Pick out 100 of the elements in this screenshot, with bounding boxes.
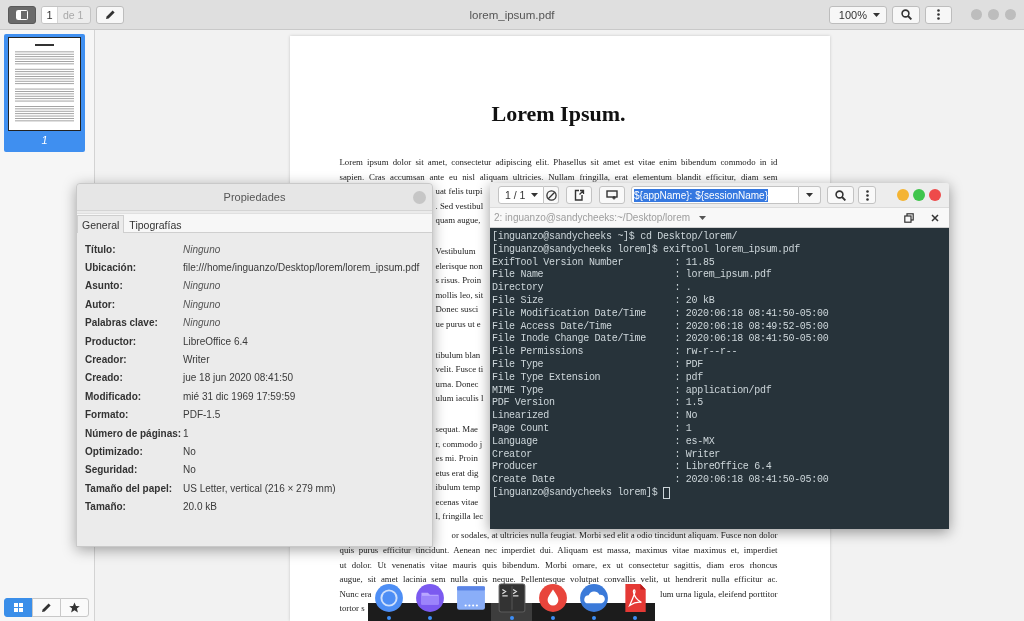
terminal-line: File Name : lorem_ipsum.pdf xyxy=(492,269,773,282)
text-fragment: elerisque non xyxy=(435,260,483,271)
property-value: No xyxy=(183,446,196,457)
grid-icon xyxy=(14,603,23,612)
toolbar-button[interactable] xyxy=(544,186,559,204)
restore-icon[interactable] xyxy=(904,212,914,223)
terminal-line: Create Date : 2020:06:18 08:41:50-05:00 xyxy=(492,474,830,487)
terminal-line: File Inode Change Date/Time : 2020:06:18 08:41:50-05:00 xyxy=(492,333,830,346)
search-button[interactable] xyxy=(827,186,854,204)
search-icon xyxy=(900,9,912,20)
caret-icon xyxy=(873,12,880,17)
page-number-field[interactable]: 1 xyxy=(42,6,58,23)
cloud-icon xyxy=(578,583,609,613)
property-value: LibreOffice 6.4 xyxy=(183,335,248,347)
sidebar-toggle-button[interactable] xyxy=(8,5,36,24)
terminal-line: Language : es-MX xyxy=(492,435,716,449)
pencil-icon xyxy=(104,9,116,20)
cursor-icon xyxy=(663,487,671,500)
toolbar-button[interactable] xyxy=(599,186,625,204)
text-fragment: quam augue, xyxy=(435,215,481,226)
text-fragment: s risus. Proin xyxy=(435,275,482,286)
property-label: Optimizado: xyxy=(85,446,144,457)
caret-icon xyxy=(699,215,707,220)
annotate-button[interactable] xyxy=(96,5,125,24)
pencil-icon xyxy=(41,602,52,613)
terminal-line: File Modification Date/Time : 2020:06:18 08:41:50-05:00 xyxy=(492,307,830,321)
document-heading: Lorem Ipsum. xyxy=(490,100,627,128)
property-label: Tamaño: xyxy=(85,501,127,513)
session-dropdown[interactable]: 1 / 1 xyxy=(498,186,544,204)
terminal-line: File Access Date/Time : 2020:06:18 08:49:52-05:00 xyxy=(492,320,830,333)
ring-icon xyxy=(373,583,404,613)
property-value: Ninguno xyxy=(183,280,221,292)
text-fragment: tibulum blan xyxy=(435,349,481,360)
tab[interactable]: Tipografías xyxy=(124,215,187,233)
text-fragment: etus erat dig xyxy=(435,467,479,478)
property-label: Modificado: xyxy=(85,390,143,402)
search-button[interactable] xyxy=(892,5,920,24)
folder-icon xyxy=(414,583,445,613)
property-label: Palabras clave: xyxy=(85,317,159,329)
text-fragment: . Sed vestibul xyxy=(435,200,484,211)
dropdown-button[interactable] xyxy=(799,186,821,204)
document-title: lorem_ipsum.pdf xyxy=(469,8,555,21)
property-label: Seguridad: xyxy=(85,464,139,476)
terminal-line: Creator : Writer xyxy=(492,448,722,461)
page-total-label: de 1 xyxy=(62,7,85,23)
text-fragment: ibulum temp xyxy=(435,482,481,493)
terminal-line: PDF Version : 1.5 xyxy=(492,397,704,410)
view-button[interactable] xyxy=(32,598,61,617)
view-button[interactable] xyxy=(60,598,89,617)
text-fragment: Nunc era xyxy=(339,587,372,601)
property-value: PDF-1.5 xyxy=(183,409,221,421)
terminal-prompt: [inguanzo@sandycheeks lorem]$ xyxy=(492,486,658,500)
monitor-icon xyxy=(606,190,618,200)
text-fragment: ue purus ut e xyxy=(435,318,481,329)
text-fragment: velit. Fusce ti xyxy=(435,364,484,375)
text-fragment: r, commodo j xyxy=(435,438,483,449)
property-value: Ninguno xyxy=(183,298,221,310)
zoom-dropdown[interactable]: 100% xyxy=(829,5,887,24)
terminal-line: ExifTool Version Number : 11.85 xyxy=(492,256,716,269)
text-fragment: l, fringilla lec xyxy=(435,511,484,522)
close-icon[interactable] xyxy=(931,213,939,222)
terminal-line: File Type Extension : pdf xyxy=(492,371,704,385)
terminal-line: Directory : . xyxy=(492,282,693,295)
search-icon xyxy=(835,189,846,201)
drop-icon xyxy=(537,583,568,613)
terminal-line: [inguanzo@sandycheeks ~]$ cd Desktop/lorem/ xyxy=(492,231,739,244)
menu-button[interactable] xyxy=(858,186,876,204)
property-value: US Letter, vertical (216 × 279 mm) xyxy=(183,482,336,494)
text-fragment: uat felis turpi xyxy=(435,186,483,197)
terminal-line: Linearized : No xyxy=(492,410,699,423)
property-label: Productor: xyxy=(85,335,138,347)
menu-button[interactable] xyxy=(925,5,952,24)
property-value: 20.0 kB xyxy=(183,501,217,513)
property-value: file:///home/inguanzo/Desktop/lorem/lorem_ipsum.pdf xyxy=(183,262,420,274)
sidebar-icon xyxy=(16,9,28,20)
menu-icon xyxy=(865,189,869,201)
property-label: Tamaño del papel: xyxy=(85,482,174,494)
terminal-line: Page Count : 1 xyxy=(492,422,693,436)
tab[interactable]: General xyxy=(77,215,125,233)
text-line: quis purus efficitur tincidunt. Aenean nec imperdiet dui. Aliquam est massa, maximus vitae maximus et, imperdiet xyxy=(339,544,778,558)
terminal-line: MIME Type : application/pdf xyxy=(492,384,773,397)
terminal-line: File Permissions : rw-r--r-- xyxy=(492,346,739,359)
property-value: mié 31 dic 1969 17:59:59 xyxy=(183,390,296,402)
property-label: Creador: xyxy=(85,354,128,366)
text-fragment: ulum iaculis l xyxy=(435,393,484,404)
dialog-title: Propiedades xyxy=(223,191,286,203)
menu-icon xyxy=(937,9,940,20)
slashed-circle-icon xyxy=(545,189,557,201)
terminal-icon xyxy=(496,583,527,613)
title-field[interactable]: ${appName}: ${sessionName} xyxy=(631,186,799,204)
window-icon xyxy=(455,583,486,613)
text-fragment: or sodales, at ultricies nulla feugiat. Morbi sed elit a odio tincidunt aliquam. Fusce non dolor xyxy=(451,530,778,541)
property-label: Número de páginas: xyxy=(85,427,183,439)
property-label: Autor: xyxy=(85,298,116,310)
text-line: ut dolor. Ut venenatis vitae mauris quis bibendum. Morbi ornare, ex ut consectetur sagittis, diam eros rhoncus xyxy=(339,558,778,572)
text-fragment: sequat. Mae xyxy=(435,423,478,434)
property-value: No xyxy=(183,464,196,476)
property-value: Ninguno xyxy=(183,317,221,329)
toolbar-button[interactable] xyxy=(566,186,592,204)
property-value: jue 18 jun 2020 08:41:50 xyxy=(183,372,294,384)
